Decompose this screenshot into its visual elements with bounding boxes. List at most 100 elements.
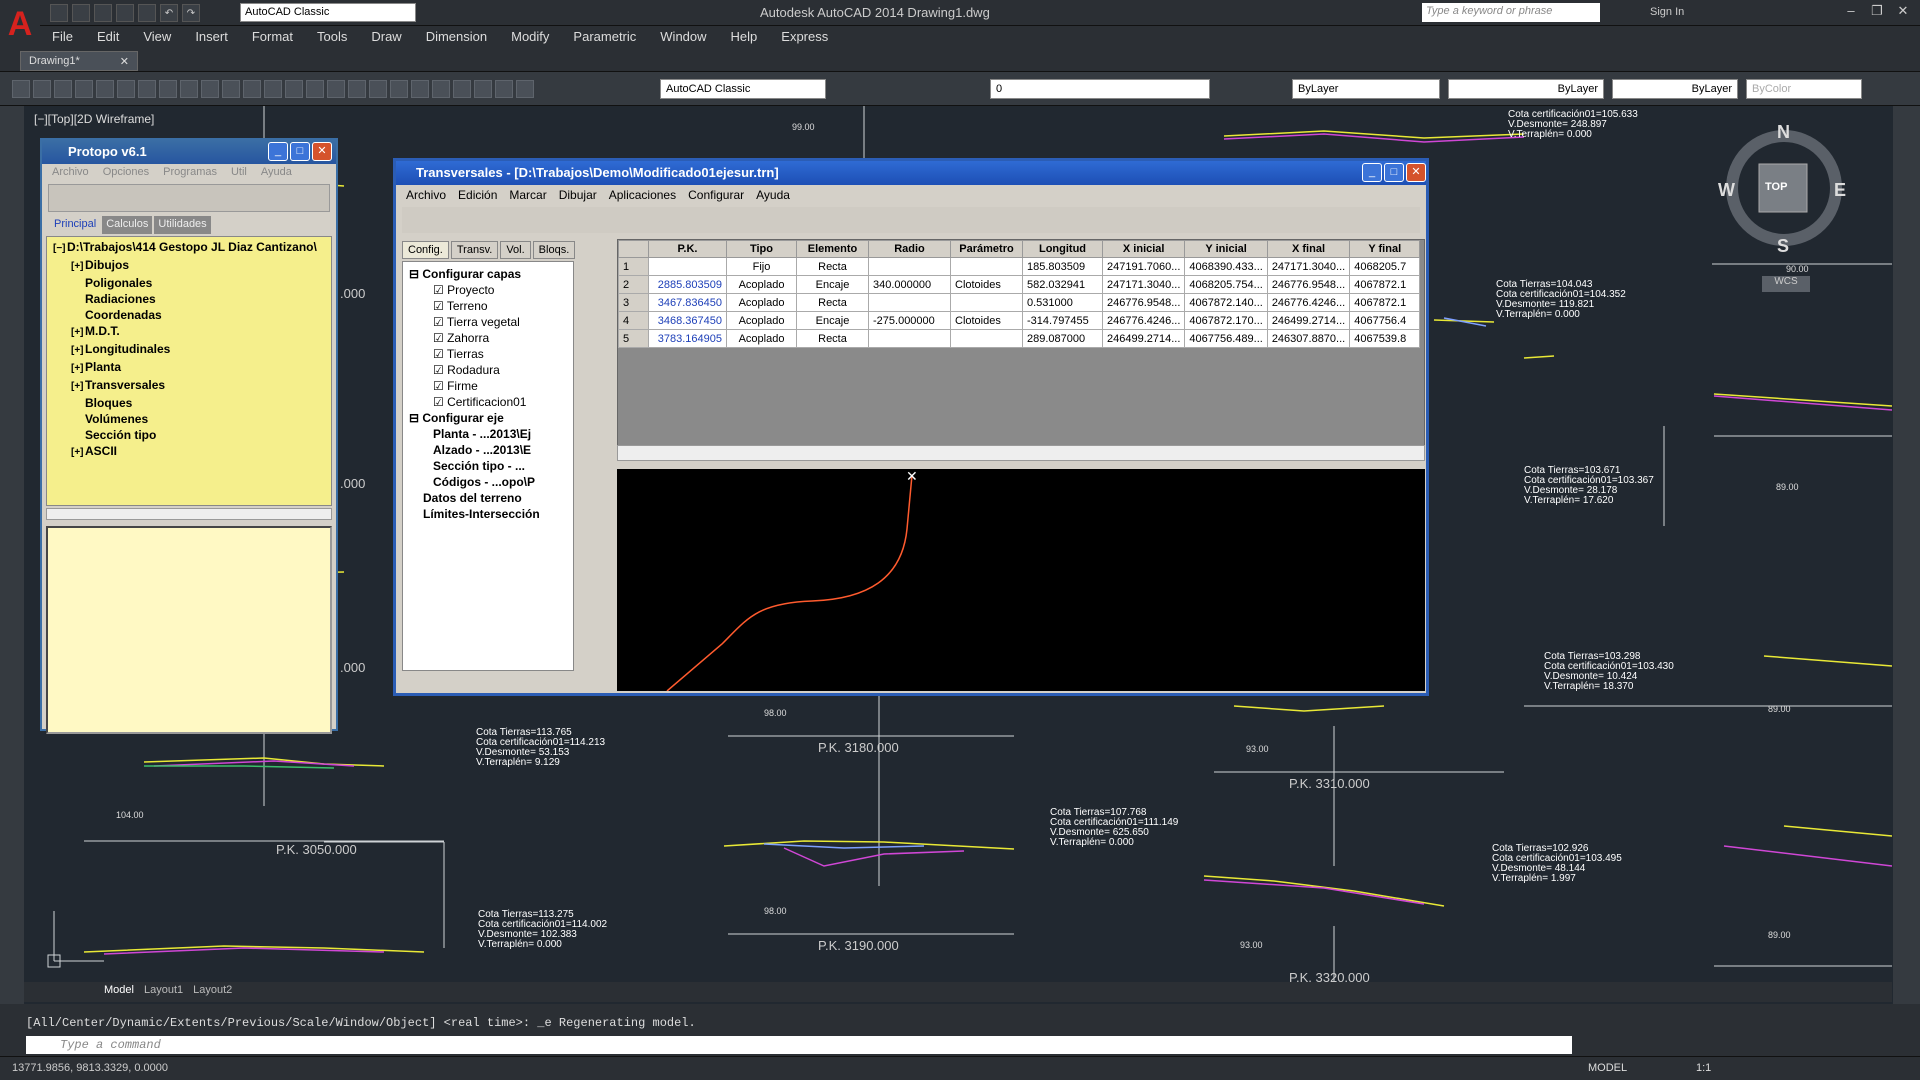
tree-item[interactable]: Poligonales	[53, 275, 325, 291]
preview-icon[interactable]	[96, 80, 114, 98]
table-cell[interactable]	[950, 257, 1023, 276]
menu-util[interactable]: Util	[231, 166, 247, 178]
tab-model[interactable]: Model	[104, 984, 134, 1000]
menu-parametric[interactable]: Parametric	[561, 26, 648, 48]
zoom-realtime-icon[interactable]	[327, 80, 345, 98]
table-cell[interactable]: 246776.4246...	[1101, 311, 1186, 330]
checkbox-checked-icon[interactable]: ☑	[433, 331, 447, 345]
table-cell[interactable]: 3467.836450	[648, 293, 727, 312]
layer-item[interactable]: ☑ Firme	[409, 378, 567, 394]
menu-archivo[interactable]: Archivo	[52, 166, 89, 178]
tool-palettes-icon[interactable]	[432, 80, 450, 98]
table-cell[interactable]: Recta	[796, 257, 869, 276]
menu-edit[interactable]: Edit	[85, 26, 131, 48]
menu-draw[interactable]: Draw	[359, 26, 413, 48]
column-header[interactable]: Longitud	[1022, 240, 1103, 258]
block-editor-icon[interactable]	[243, 80, 261, 98]
tab-transv[interactable]: Transv.	[450, 241, 499, 259]
table-cell[interactable]: 4067872.170...	[1184, 311, 1268, 330]
table-cell[interactable]: 246776.9548...	[1101, 293, 1186, 312]
menu-ayuda[interactable]: Ayuda	[756, 188, 790, 202]
horizontal-scrollbar[interactable]	[46, 508, 332, 520]
axis-item[interactable]: Planta - ...2013\Ej	[409, 426, 567, 442]
close-tab-icon[interactable]: ✕	[120, 55, 129, 68]
checkbox-checked-icon[interactable]: ☑	[433, 283, 447, 297]
expand-icon[interactable]: [+]	[71, 343, 85, 359]
minimize-button[interactable]: –	[1840, 3, 1862, 21]
new-icon[interactable]	[12, 80, 30, 98]
expand-icon[interactable]: [+]	[71, 325, 85, 341]
pan-icon[interactable]	[306, 80, 324, 98]
table-cell[interactable]: 2885.803509	[648, 275, 727, 294]
layer-combo[interactable]: 0	[990, 79, 1210, 99]
tab-layout1[interactable]: Layout1	[144, 984, 183, 1000]
command-input[interactable]: Type a command	[26, 1036, 1572, 1054]
config-item[interactable]: Límites-Intersección	[409, 506, 567, 522]
tab-drawing1[interactable]: Drawing1* ✕	[20, 51, 138, 71]
table-cell[interactable]: 3	[618, 293, 649, 312]
open-icon[interactable]	[33, 80, 51, 98]
open-icon[interactable]	[72, 4, 90, 22]
table-cell[interactable]: Acoplado	[726, 275, 797, 294]
table-cell[interactable]: Encaje	[796, 275, 869, 294]
table-cell[interactable]	[868, 257, 951, 276]
markup-icon[interactable]	[474, 80, 492, 98]
expand-icon[interactable]: [−]	[53, 241, 67, 257]
menu-modify[interactable]: Modify	[499, 26, 561, 48]
column-header[interactable]: X inicial	[1101, 240, 1186, 258]
table-cell[interactable]: 246307.8870...	[1266, 329, 1351, 348]
paste-icon[interactable]	[201, 80, 219, 98]
axis-item[interactable]: Alzado - ...2013\E	[409, 442, 567, 458]
checkbox-checked-icon[interactable]: ☑	[433, 379, 447, 393]
table-horizontal-scrollbar[interactable]	[617, 445, 1425, 461]
table-cell[interactable]: 247171.3040...	[1101, 275, 1186, 294]
compass-north[interactable]: N	[1777, 122, 1790, 143]
table-cell[interactable]: 340.000000	[868, 275, 951, 294]
axis-item[interactable]: Códigos - ...opo\P	[409, 474, 567, 490]
close-button[interactable]: ✕	[1406, 163, 1426, 182]
tree-item[interactable]: [−] D:\Trabajos\414 Gestopo JL Diaz Canti…	[53, 239, 325, 257]
zoom-previous-icon[interactable]	[369, 80, 387, 98]
plotstyle-combo[interactable]: ByColor	[1746, 79, 1862, 99]
3d-dwf-icon[interactable]	[138, 80, 156, 98]
redo-icon[interactable]: ↷	[182, 4, 200, 22]
help-icon[interactable]	[516, 80, 534, 98]
expand-icon[interactable]: [+]	[71, 361, 85, 377]
tab-principal[interactable]: Principal	[50, 216, 100, 234]
table-cell[interactable]	[950, 293, 1023, 312]
properties-icon[interactable]	[390, 80, 408, 98]
search-input[interactable]: Type a keyword or phrase	[1422, 3, 1600, 22]
table-cell[interactable]: 3783.164905	[648, 329, 727, 348]
config-item[interactable]: Datos del terreno	[409, 490, 567, 506]
tree-item[interactable]: [+] Longitudinales	[53, 341, 325, 359]
tree-item[interactable]: Bloques	[53, 395, 325, 411]
table-cell[interactable]: 4067539.8	[1349, 329, 1421, 348]
table-cell[interactable]: Acoplado	[726, 329, 797, 348]
tab-utilidades[interactable]: Utilidades	[154, 216, 211, 234]
maximize-button[interactable]: □	[290, 142, 310, 161]
expand-icon[interactable]: [+]	[71, 379, 85, 395]
table-cell[interactable]: 246776.9548...	[1266, 275, 1351, 294]
table-cell[interactable]	[950, 329, 1023, 348]
table-cell[interactable]: 5	[618, 329, 649, 348]
menu-aplicaciones[interactable]: Aplicaciones	[609, 188, 676, 202]
model-space-button[interactable]: MODEL	[1588, 1062, 1627, 1074]
tree-item[interactable]: [+] M.D.T.	[53, 323, 325, 341]
layer-item[interactable]: ☑ Certificacion01	[409, 394, 567, 410]
minimize-button[interactable]: _	[268, 142, 288, 161]
viewport-controls[interactable]: [−][Top][2D Wireframe]	[34, 112, 154, 126]
table-cell[interactable]: 4067872.1	[1349, 293, 1421, 312]
menu-archivo[interactable]: Archivo	[406, 188, 446, 202]
table-cell[interactable]	[868, 329, 951, 348]
menu-insert[interactable]: Insert	[183, 26, 240, 48]
expand-icon[interactable]: [+]	[71, 445, 85, 461]
layer-item[interactable]: ☑ Terreno	[409, 298, 567, 314]
table-cell[interactable]: -314.797455	[1022, 311, 1103, 330]
table-cell[interactable]: Recta	[796, 329, 869, 348]
copy-icon[interactable]	[180, 80, 198, 98]
checkbox-checked-icon[interactable]: ☑	[433, 363, 447, 377]
table-cell[interactable]: 246499.2714...	[1101, 329, 1186, 348]
minimize-button[interactable]: _	[1362, 163, 1382, 182]
design-center-icon[interactable]	[411, 80, 429, 98]
axis-group[interactable]: ⊟ Configurar eje	[409, 410, 567, 426]
